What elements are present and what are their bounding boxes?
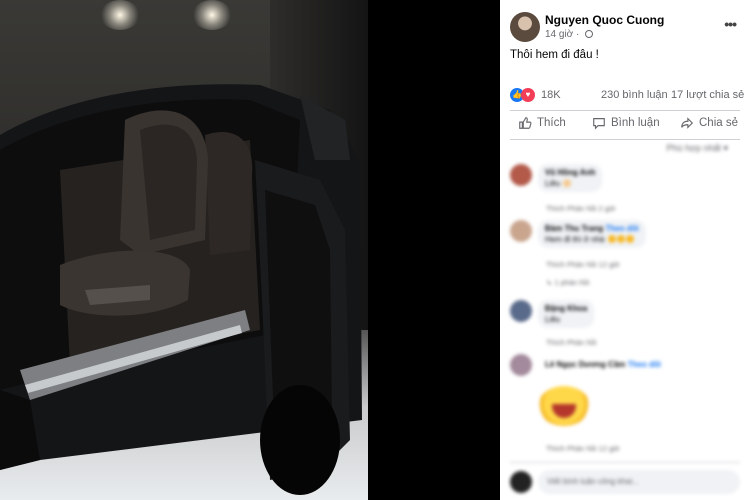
commenter-name[interactable]: Đặng Khoa	[545, 303, 587, 314]
comment-text: Hem đi thì ở nhà	[545, 235, 605, 244]
more-options-icon[interactable]: •••	[724, 16, 737, 32]
comment-header: Lê Ngọc Dương Cầm Theo dõi	[538, 356, 668, 373]
follow-link[interactable]: Theo dõi	[605, 224, 638, 233]
emoji-icon	[625, 235, 634, 243]
emoji-icon	[616, 235, 625, 243]
emoji-icon	[607, 235, 616, 243]
commenter-avatar[interactable]	[510, 354, 532, 376]
photo-letterbox	[368, 0, 500, 500]
author-avatar[interactable]	[510, 12, 540, 42]
comment-input[interactable]: Viết bình luận công khai...	[538, 470, 740, 494]
reaction-count[interactable]: 18K	[541, 89, 561, 101]
divider	[510, 110, 740, 111]
comments-count[interactable]: 230 bình luận	[601, 89, 668, 101]
comment-bubble: Vũ Hồng Anh Liêu 🔆	[538, 164, 603, 192]
commenter-avatar[interactable]	[510, 300, 532, 322]
thumbs-up-icon	[519, 117, 532, 129]
like-button[interactable]: Thích	[518, 116, 566, 130]
current-user-avatar	[510, 471, 532, 493]
comments-section: Phù hợp nhất ▾ Vũ Hồng Anh Liêu 🔆 Thích …	[500, 140, 750, 500]
post-text: Thôi hem đi đâu !	[510, 49, 599, 61]
comment-label: Bình luận	[611, 117, 660, 129]
like-label: Thích	[537, 117, 566, 129]
commenter-avatar[interactable]	[510, 220, 532, 242]
post-actions: Thích Bình luận Chia sẻ	[510, 113, 742, 137]
comment-meta[interactable]: Thích Phản hồi 12 giờ	[546, 444, 620, 453]
commenter-name: Đàm Thu Trang Theo dõi	[545, 224, 639, 233]
commenter-name: Lê Ngọc Dương Cầm Theo dõi	[545, 360, 661, 369]
post-photo[interactable]	[0, 0, 368, 500]
share-label: Chia sẻ	[699, 117, 738, 129]
post-time[interactable]: 14 giờ ·	[545, 29, 582, 40]
follow-link[interactable]: Theo dõi	[628, 360, 661, 369]
post-panel: Nguyen Quoc Cuong 14 giờ · ••• Thôi hem …	[500, 0, 750, 500]
comment-meta[interactable]: Thích Phản hồi 2 giờ	[546, 204, 616, 213]
shares-count[interactable]: 17 lượt chia sẻ	[671, 89, 744, 101]
divider	[510, 462, 740, 463]
share-button[interactable]: Chia sẻ	[680, 116, 738, 130]
commenter-avatar[interactable]	[510, 164, 532, 186]
commenter-name[interactable]: Vũ Hồng Anh	[545, 167, 595, 178]
share-icon	[681, 117, 694, 129]
post-header: Nguyen Quoc Cuong 14 giờ · •••	[510, 10, 740, 44]
comment-icon	[593, 118, 605, 130]
love-reaction-icon[interactable]: ♥	[521, 88, 535, 102]
comment-button[interactable]: Bình luận	[592, 116, 660, 130]
comment-text: Liêu 🔆	[545, 179, 573, 188]
comment-bubble: Đặng Khoa Liêu	[538, 300, 595, 328]
car-illustration	[0, 84, 362, 495]
sticker-mouth	[552, 404, 576, 418]
comment-bubble: Đàm Thu Trang Theo dõi Hem đi thì ở nhà	[538, 220, 646, 248]
author-name[interactable]: Nguyen Quoc Cuong	[545, 13, 664, 27]
comment-sort-dropdown[interactable]: Phù hợp nhất ▾	[667, 143, 728, 154]
post-meta: 14 giờ ·	[545, 29, 594, 40]
view-replies-link[interactable]: ↳ 1 phản hồi	[546, 278, 589, 287]
comment-text: Liêu	[545, 315, 561, 324]
laughing-sticker	[538, 386, 590, 426]
comment-meta[interactable]: Thích Phản hồi 12 giờ	[546, 260, 620, 269]
post-stats: 👍 ♥ 18K 230 bình luận 17 lượt chia sẻ	[510, 86, 744, 106]
comment-meta[interactable]: Thích Phản hồi	[546, 338, 596, 347]
globe-icon	[585, 30, 594, 38]
